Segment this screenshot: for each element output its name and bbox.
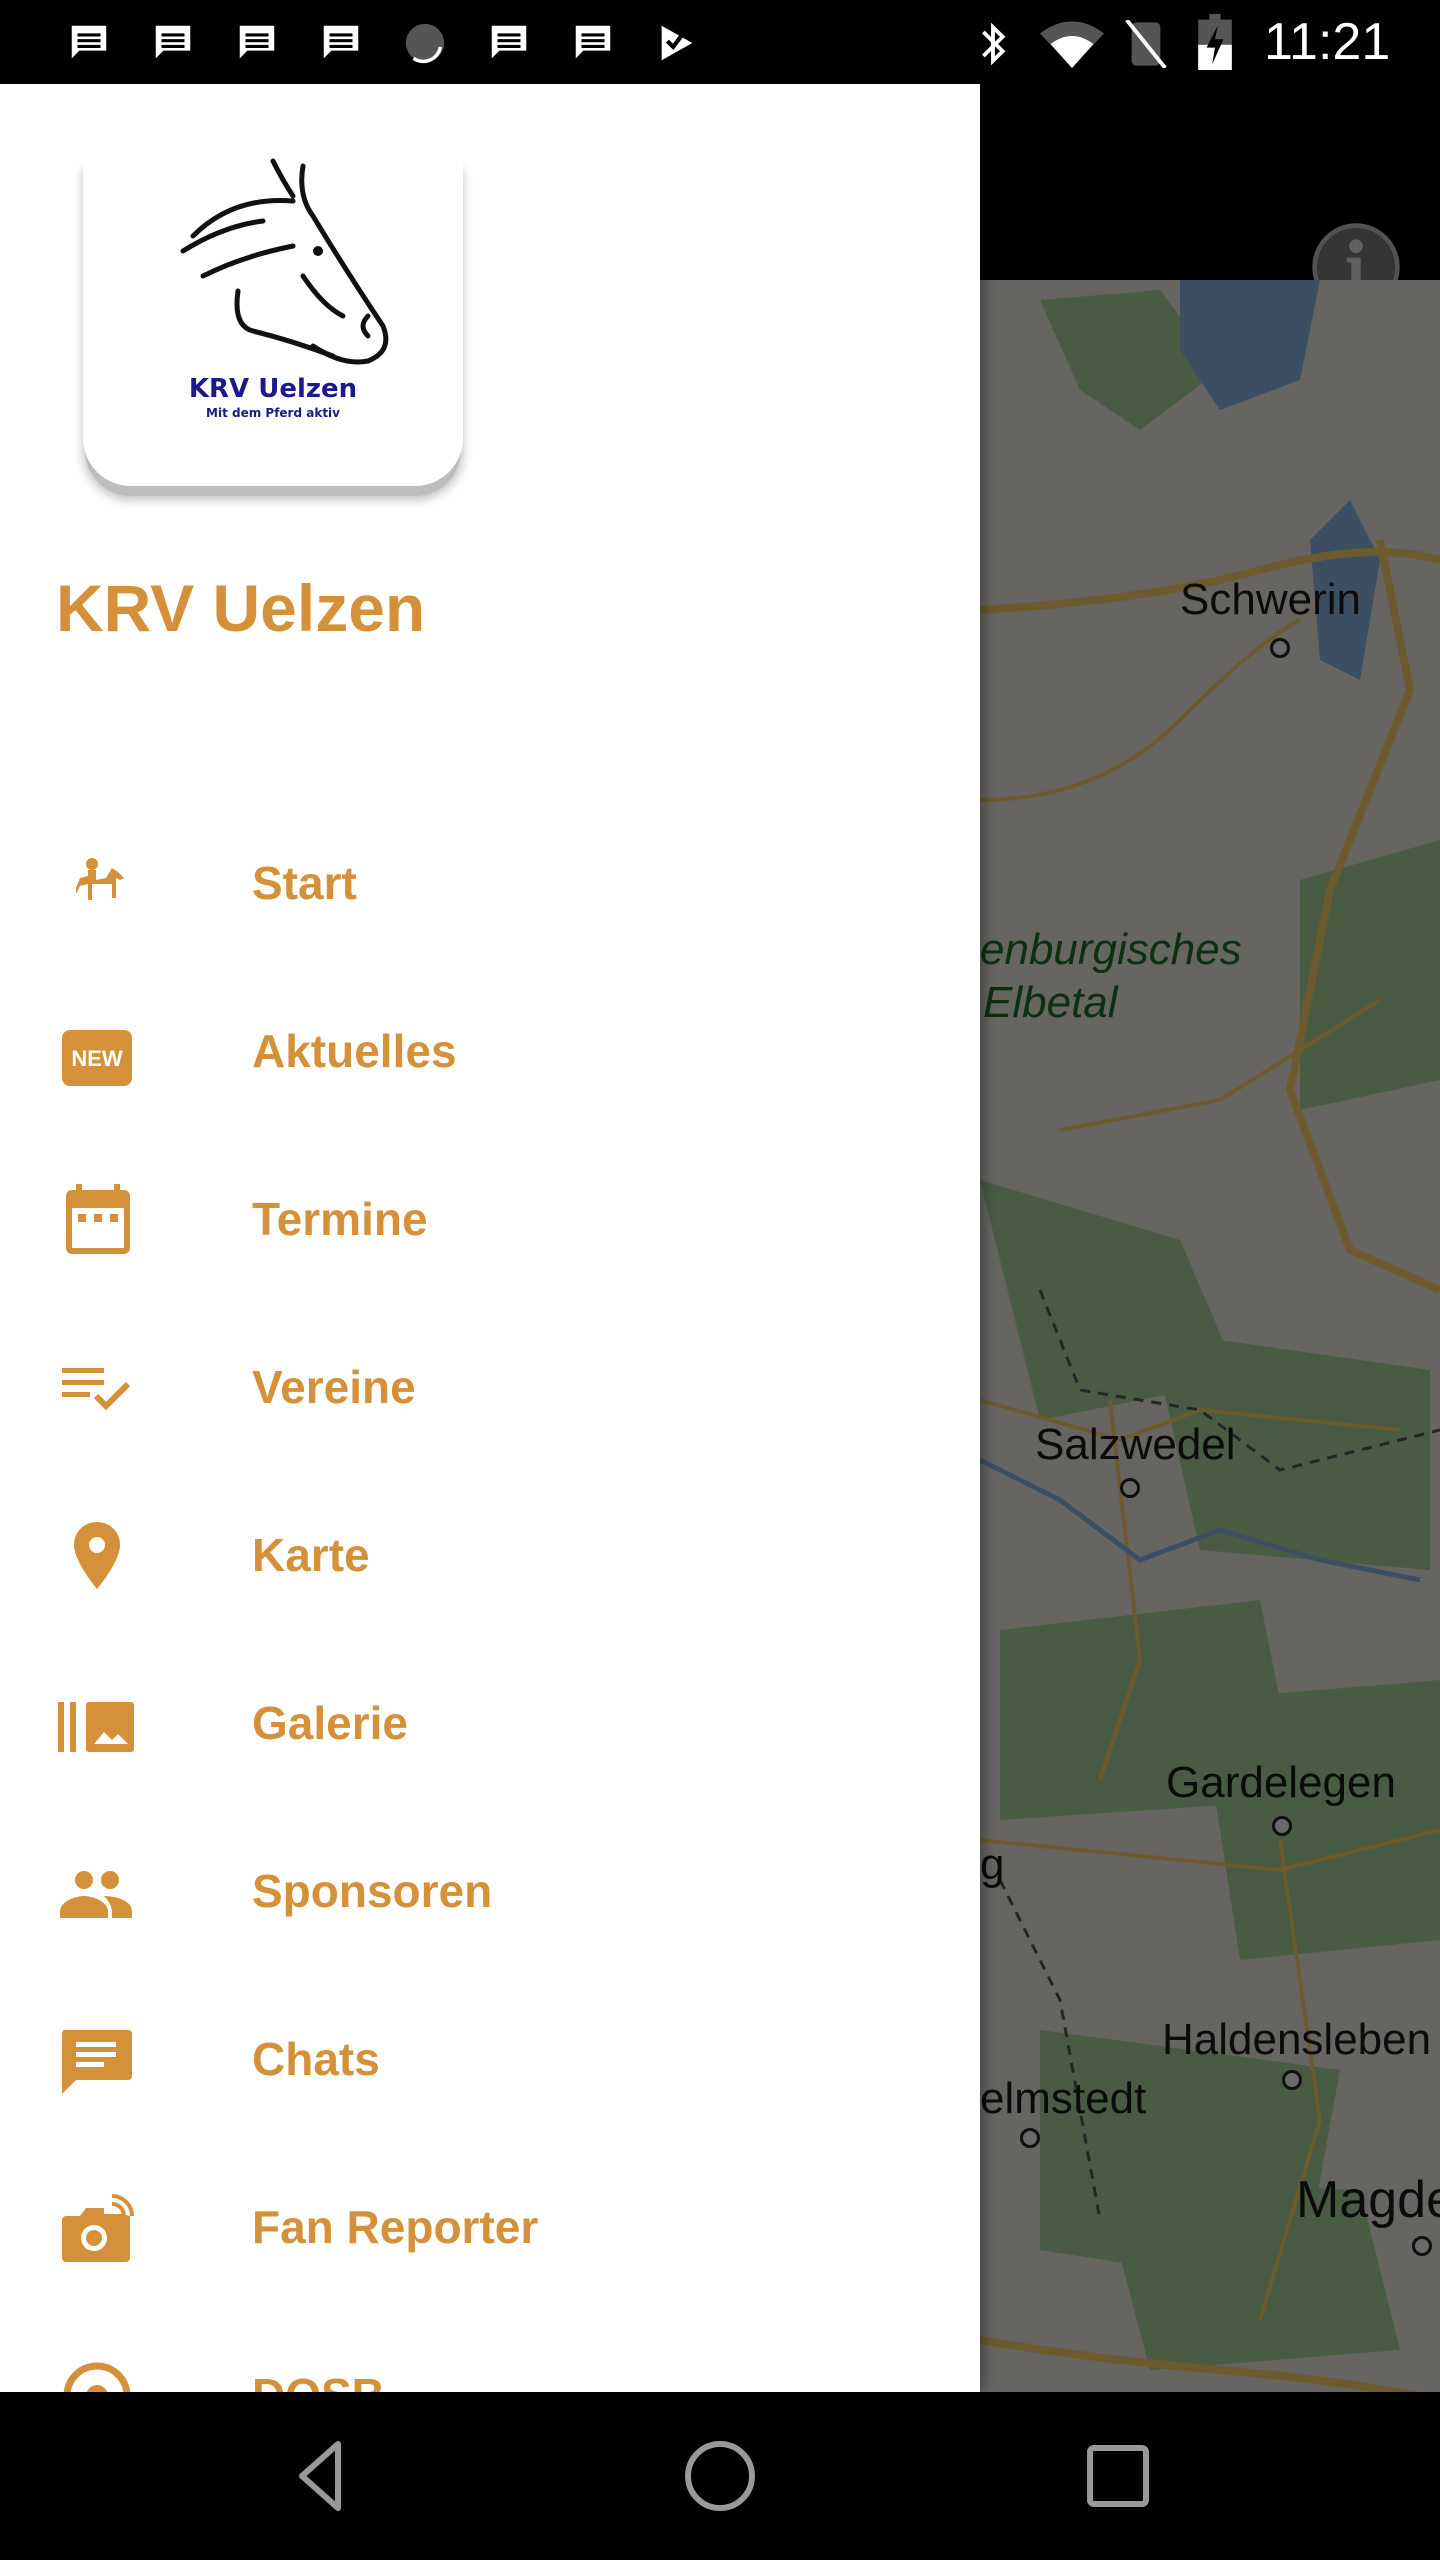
navigation-drawer: KRV Uelzen Mit dem Pferd aktiv KRV Uelze… — [0, 84, 980, 2430]
back-icon[interactable] — [282, 2436, 362, 2516]
location-pin-icon — [74, 1522, 120, 1589]
message-icon — [155, 25, 191, 59]
menu-label: Termine — [252, 1193, 428, 1245]
menu-item-aktuelles[interactable]: NEW Aktuelles — [0, 968, 980, 1136]
photo-library-icon — [58, 1702, 134, 1752]
message-icon — [491, 25, 527, 59]
menu-label: Chats — [252, 2033, 380, 2085]
people-icon — [60, 1871, 132, 1918]
menu-item-chats[interactable]: Chats — [0, 1976, 980, 2144]
playlist-check-icon — [62, 1368, 131, 1411]
menu-item-sponsoren[interactable]: Sponsoren — [0, 1808, 980, 1976]
logo-title: KRV Uelzen — [188, 374, 358, 404]
svg-text:NEW: NEW — [71, 1046, 123, 1071]
drawer-title: KRV Uelzen — [56, 571, 426, 645]
menu-item-termine[interactable]: Termine — [0, 1136, 980, 1304]
home-icon[interactable] — [680, 2436, 760, 2516]
menu-label: Start — [252, 857, 357, 909]
system-navigation-bar — [0, 2392, 1440, 2560]
message-icon — [71, 25, 107, 59]
calendar-icon — [66, 1184, 130, 1254]
sync-progress-icon — [405, 23, 445, 64]
menu-item-karte[interactable]: Karte — [0, 1472, 980, 1640]
camera-broadcast-icon — [62, 2194, 134, 2262]
message-icon — [323, 25, 359, 59]
drawer-menu: Start NEW Aktuelles Termine Vereine Kart… — [0, 800, 980, 2480]
message-icon — [575, 25, 611, 59]
menu-label: Sponsoren — [252, 1865, 493, 1917]
menu-item-galerie[interactable]: Galerie — [0, 1640, 980, 1808]
task-check-icon — [661, 25, 693, 61]
menu-item-fan-reporter[interactable]: Fan Reporter — [0, 2144, 980, 2312]
menu-label: Fan Reporter — [252, 2201, 539, 2253]
wifi-icon — [1040, 21, 1104, 68]
message-icon — [239, 25, 275, 59]
status-bar: 11:21 — [0, 0, 1440, 84]
bluetooth-icon — [982, 22, 1006, 66]
recents-icon[interactable] — [1078, 2436, 1158, 2516]
club-logo: KRV Uelzen Mit dem Pferd aktiv — [83, 156, 463, 486]
menu-item-start[interactable]: Start — [0, 800, 980, 968]
menu-label: Galerie — [252, 1697, 408, 1749]
menu-label: Karte — [252, 1529, 370, 1581]
menu-item-vereine[interactable]: Vereine — [0, 1304, 980, 1472]
clock: 11:21 — [1264, 13, 1391, 71]
horse-head-icon — [180, 158, 389, 365]
chat-icon — [62, 2030, 132, 2094]
menu-label: Vereine — [252, 1361, 416, 1413]
logo-subtitle: Mit dem Pferd aktiv — [206, 406, 340, 420]
menu-label: Aktuelles — [252, 1025, 457, 1077]
no-sim-icon — [1125, 20, 1167, 68]
new-badge-icon: NEW — [62, 1030, 132, 1086]
battery-charging-icon — [1198, 14, 1232, 70]
horse-rider-icon — [76, 858, 124, 900]
